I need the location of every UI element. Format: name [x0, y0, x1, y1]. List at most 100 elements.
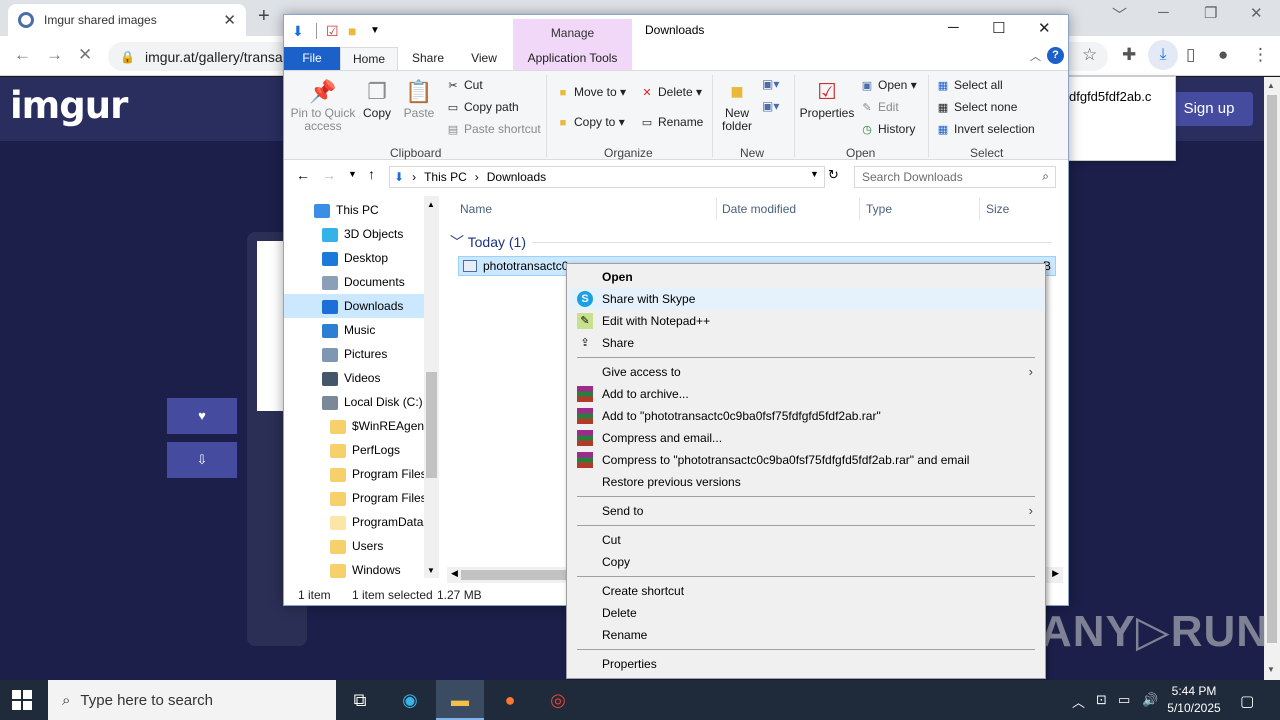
- taskbar-search-box[interactable]: ⌕ Type here to search: [48, 680, 336, 720]
- browser-tab-imgur[interactable]: Imgur shared images ✕: [8, 4, 246, 36]
- context-menu-item-rename[interactable]: Rename: [569, 624, 1043, 646]
- new-item-icon[interactable]: ▣▾: [762, 77, 779, 91]
- stop-loading-icon[interactable]: ✕: [78, 45, 92, 65]
- page-scrollbar-thumb[interactable]: [1267, 95, 1277, 643]
- breadcrumb-this-pc[interactable]: This PC: [424, 170, 467, 184]
- context-menu-item-open[interactable]: Open: [569, 266, 1043, 288]
- nav-item[interactable]: Downloads: [284, 294, 424, 318]
- tab-share[interactable]: Share: [400, 47, 456, 70]
- nav-item[interactable]: 3D Objects: [284, 222, 424, 246]
- browser-minimize-button[interactable]: ─: [1158, 4, 1169, 21]
- nav-scroll-up-icon[interactable]: ▲: [427, 200, 435, 209]
- manage-contextual-tab[interactable]: Manage: [513, 19, 632, 47]
- paste-button[interactable]: 📋 Paste: [402, 77, 436, 120]
- bookmark-star-icon[interactable]: ☆: [1082, 45, 1097, 65]
- hscroll-right-icon[interactable]: ▶: [1052, 568, 1059, 579]
- tab-file[interactable]: File: [284, 47, 340, 70]
- page-scrollbar[interactable]: ▲ ▼: [1264, 77, 1280, 680]
- new-folder-quick-icon[interactable]: ■: [348, 23, 356, 39]
- nav-item[interactable]: This PC: [284, 198, 424, 222]
- context-menu-item-create-shortcut[interactable]: Create shortcut: [569, 580, 1043, 602]
- explorer-address-bar[interactable]: ⬇ › This PC › Downloads: [389, 166, 825, 188]
- context-menu-item-edit-with-notepad[interactable]: ✎ Edit with Notepad++: [569, 310, 1043, 332]
- help-icon[interactable]: ?: [1047, 47, 1064, 64]
- select-all-button[interactable]: ▦ Select all: [936, 78, 1003, 92]
- side-panel-icon[interactable]: ▯: [1186, 45, 1195, 65]
- taskbar-clock[interactable]: 5:44 PM 5/10/2025: [1166, 683, 1222, 717]
- nav-item[interactable]: Videos: [284, 366, 424, 390]
- copy-path-button[interactable]: ▭ Copy path: [446, 100, 519, 114]
- extensions-icon[interactable]: ✚: [1122, 45, 1136, 65]
- pin-quick-access-button[interactable]: 📌 Pin to Quick access: [290, 77, 356, 133]
- downloads-button[interactable]: ⤓: [1148, 40, 1178, 70]
- tray-device-icon[interactable]: ⊡: [1096, 692, 1107, 708]
- properties-button[interactable]: ☑ Properties: [798, 77, 856, 120]
- nav-item[interactable]: Pictures: [284, 342, 424, 366]
- explorer-back-icon[interactable]: ←: [296, 167, 310, 183]
- paste-shortcut-button[interactable]: ▤ Paste shortcut: [446, 122, 541, 136]
- hscroll-left-icon[interactable]: ◀: [451, 568, 458, 579]
- nav-item[interactable]: Documents: [284, 270, 424, 294]
- file-explorer-taskbar-icon[interactable]: ▬: [436, 680, 484, 720]
- refresh-icon[interactable]: ↻: [828, 167, 839, 183]
- firefox-icon[interactable]: ●: [486, 680, 534, 720]
- up-folder-icon[interactable]: ↑: [368, 166, 375, 182]
- edge-icon[interactable]: ◉: [386, 680, 434, 720]
- context-menu-item-properties[interactable]: Properties: [569, 653, 1043, 675]
- new-folder-button[interactable]: ■ New folder: [716, 77, 758, 133]
- explorer-maximize-button[interactable]: ☐: [992, 19, 1005, 37]
- select-none-button[interactable]: ▦ Select none: [936, 100, 1018, 114]
- recent-locations-icon[interactable]: ▼: [348, 169, 357, 179]
- context-menu-item-delete[interactable]: Delete: [569, 602, 1043, 624]
- column-size[interactable]: Size: [986, 202, 1009, 216]
- browser-restore-button[interactable]: ❐: [1204, 4, 1217, 22]
- tab-search-icon[interactable]: ﹀: [1112, 4, 1127, 25]
- hscroll-thumb[interactable]: [461, 570, 581, 580]
- group-today[interactable]: ﹀ Today (1): [450, 232, 526, 252]
- tab-application-tools[interactable]: Application Tools: [513, 47, 632, 70]
- nav-item[interactable]: Windows: [284, 558, 424, 582]
- new-tab-button[interactable]: +: [258, 5, 270, 28]
- tray-overflow-icon[interactable]: ︿: [1072, 692, 1085, 711]
- nav-scrollbar[interactable]: ▲ ▼: [424, 196, 439, 578]
- nav-scrollbar-thumb[interactable]: [426, 372, 437, 478]
- nav-item[interactable]: Desktop: [284, 246, 424, 270]
- tab-home[interactable]: Home: [340, 47, 398, 70]
- nav-item[interactable]: Program Files: [284, 462, 424, 486]
- context-menu-item-share-with-skype[interactable]: S Share with Skype: [569, 288, 1043, 310]
- context-menu-item-cut[interactable]: Cut: [569, 529, 1043, 551]
- move-to-button[interactable]: ■ Move to ▾: [556, 85, 626, 99]
- nav-item[interactable]: Users: [284, 534, 424, 558]
- qat-dropdown-icon[interactable]: ▼: [370, 25, 380, 36]
- invert-selection-button[interactable]: ▦ Invert selection: [936, 122, 1035, 136]
- context-menu-item-send-to[interactable]: Send to ›: [569, 500, 1043, 522]
- copy-to-button[interactable]: ■ Copy to ▾: [556, 115, 625, 129]
- column-type[interactable]: Type: [866, 202, 892, 216]
- cut-button[interactable]: ✂ Cut: [446, 78, 482, 92]
- nav-item[interactable]: PerfLogs: [284, 438, 424, 462]
- context-menu-item-add-to-archive[interactable]: Add to archive...: [569, 383, 1043, 405]
- notifications-icon[interactable]: ▢: [1240, 692, 1254, 710]
- download-image-button[interactable]: ⇩: [167, 442, 237, 478]
- chrome-menu-icon[interactable]: ⋮: [1252, 45, 1269, 65]
- tab-close-icon[interactable]: ✕: [223, 11, 236, 29]
- signup-button[interactable]: Sign up: [1165, 92, 1253, 126]
- imgur-logo[interactable]: imgur: [10, 84, 128, 127]
- context-menu-item-give-access-to[interactable]: Give access to ›: [569, 361, 1043, 383]
- scroll-up-icon[interactable]: ▲: [1267, 81, 1275, 90]
- copy-button[interactable]: ❐ Copy: [360, 77, 394, 120]
- edit-button[interactable]: ✎ Edit: [860, 100, 898, 114]
- address-dropdown-icon[interactable]: ▼: [810, 169, 819, 179]
- explorer-close-button[interactable]: ✕: [1038, 19, 1051, 37]
- context-menu-item-copy[interactable]: Copy: [569, 551, 1043, 573]
- site-info-icon[interactable]: 🔒: [120, 50, 135, 64]
- search-downloads-input[interactable]: Search Downloads ⌕: [854, 166, 1056, 188]
- nav-scroll-down-icon[interactable]: ▼: [427, 566, 435, 575]
- chrome-taskbar-icon[interactable]: ◎: [534, 680, 582, 720]
- rename-button[interactable]: ▭ Rename: [640, 115, 704, 129]
- nav-item[interactable]: $WinREAgent: [284, 414, 424, 438]
- properties-quick-icon[interactable]: ☑: [326, 23, 339, 40]
- context-menu-item-add-to-phototransactc0c9ba0fsf75fdfgfd5f[interactable]: Add to "phototransactc0c9ba0fsf75fdfgfd5…: [569, 405, 1043, 427]
- context-menu-item-share[interactable]: ⇪ Share: [569, 332, 1043, 354]
- forward-icon[interactable]: →: [46, 45, 63, 65]
